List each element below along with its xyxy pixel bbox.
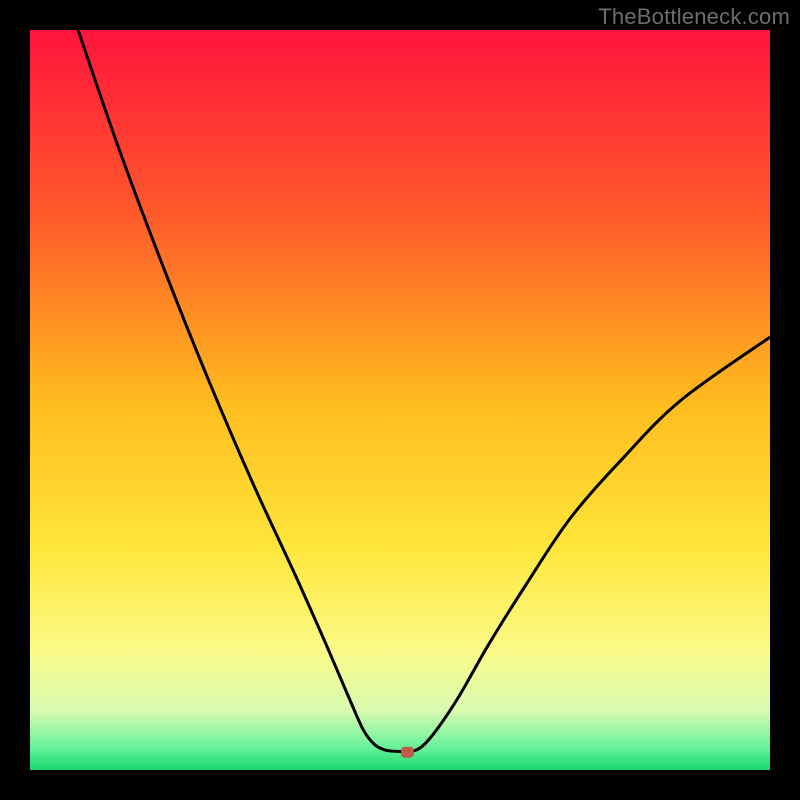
- watermark-text: TheBottleneck.com: [598, 4, 790, 30]
- chart-frame: TheBottleneck.com: [0, 0, 800, 800]
- plot-background: [30, 30, 770, 770]
- bottleneck-chart: [0, 0, 800, 800]
- optimal-point-marker: [401, 747, 414, 758]
